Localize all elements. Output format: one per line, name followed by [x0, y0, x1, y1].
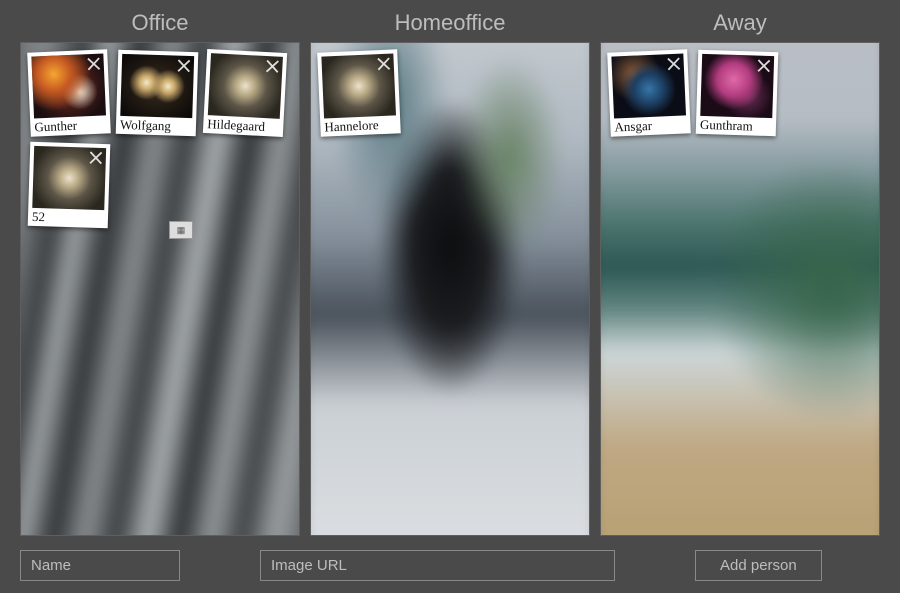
person-card[interactable]: Hildegaard	[203, 49, 287, 137]
close-icon[interactable]	[665, 56, 682, 73]
person-name: Gunther	[34, 115, 107, 134]
person-name: Gunthram	[700, 116, 772, 135]
person-card[interactable]: Gunthram	[696, 50, 779, 137]
person-card[interactable]: Hannelore	[317, 49, 401, 137]
person-name: Ansgar	[614, 115, 687, 134]
close-icon[interactable]	[176, 58, 192, 74]
close-icon[interactable]	[85, 56, 102, 73]
board-title: Away	[600, 10, 880, 42]
board-body[interactable]: Gunther Wolfgang Hilde	[20, 42, 300, 536]
card-container: Hannelore	[311, 43, 589, 535]
close-icon[interactable]	[756, 58, 772, 74]
close-icon[interactable]	[375, 56, 392, 73]
person-card[interactable]: Ansgar	[607, 49, 691, 137]
add-person-form: Add person	[20, 536, 880, 581]
board-title: Homeoffice	[310, 10, 590, 42]
add-person-button[interactable]: Add person	[695, 550, 822, 581]
person-name: Wolfgang	[120, 116, 192, 135]
card-container: Gunther Wolfgang Hilde	[21, 43, 299, 535]
person-card[interactable]: Gunther	[27, 49, 111, 137]
person-card[interactable]: Wolfgang	[116, 50, 199, 137]
person-name: Hannelore	[324, 115, 397, 134]
board-body[interactable]: Hannelore	[310, 42, 590, 536]
name-input[interactable]	[20, 550, 180, 581]
close-icon[interactable]	[264, 58, 281, 75]
app-root: Office Gunther	[0, 0, 900, 593]
person-name: 52	[32, 208, 104, 227]
boards-row: Office Gunther	[20, 10, 880, 536]
person-name: Hildegaard	[207, 115, 280, 135]
board-office: Office Gunther	[20, 10, 300, 536]
person-card[interactable]: 52	[28, 142, 111, 229]
board-away: Away Ansgar	[600, 10, 880, 536]
board-homeoffice: Homeoffice Hannelore	[310, 10, 590, 536]
card-container: Ansgar Gunthram	[601, 43, 879, 535]
close-icon[interactable]	[88, 150, 104, 166]
board-title: Office	[20, 10, 300, 42]
image-url-input[interactable]	[260, 550, 615, 581]
board-body[interactable]: Ansgar Gunthram	[600, 42, 880, 536]
